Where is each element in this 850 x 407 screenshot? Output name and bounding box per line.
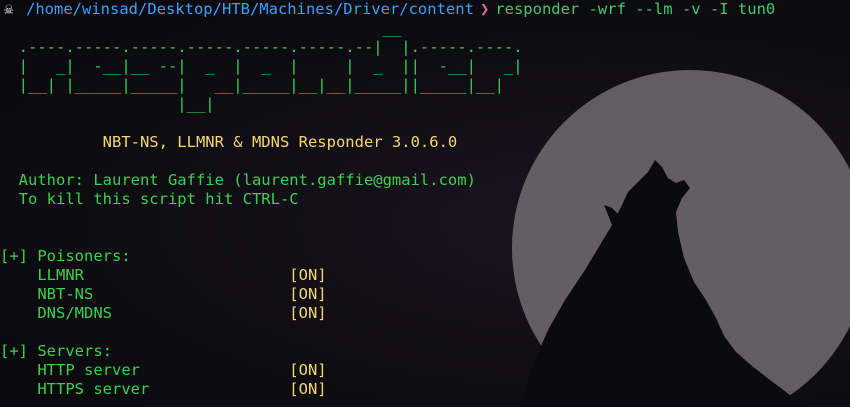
poisoner-name: NBT-NS [0,285,290,303]
list-item: DNS/MDNS [ON] [0,304,850,323]
poisoner-name: DNS/MDNS [0,304,290,322]
skull-icon: ☠ [4,0,14,18]
status-badge: [ON] [289,380,327,398]
status-badge: [ON] [289,361,327,379]
tagline: NBT-NS, LLMNR & MDNS Responder 3.0.6.0 [0,133,458,151]
list-item: LLMNR [ON] [0,266,850,285]
list-item: NBT-NS [ON] [0,285,850,304]
banner-line: __ [0,19,402,37]
poisoners-header: [+] Poisoners: [0,247,131,265]
servers-header: [+] Servers: [0,342,112,360]
poisoner-name: LLMNR [0,266,290,284]
command-text: responder -wrf --lm -v -I tun0 [495,0,776,18]
kill-hint-line: To kill this script hit CTRL-C [0,190,299,208]
author-line: Author: Laurent Gaffie (laurent.gaffie@g… [0,171,476,189]
server-name: HTTP server [0,361,290,379]
status-badge: [ON] [289,266,327,284]
list-item: HTTPS server [ON] [0,380,850,399]
prompt-chevron-icon: ❯ [479,0,490,18]
status-badge: [ON] [289,304,327,322]
banner-line: |__| [0,95,215,113]
banner-line: .----.-----.-----.-----.-----.-----.--| … [0,38,523,56]
server-name: HTTPS server [0,380,290,398]
terminal-window[interactable]: ☠ /home/winsad/Desktop/HTB/Machines/Drive… [0,0,850,407]
banner-line: | _| -__|__ --| _ | _ | | _ || -__| _| [0,57,523,75]
status-badge: [ON] [289,285,327,303]
prompt-line: ☠ /home/winsad/Desktop/HTB/Machines/Drive… [0,0,850,19]
banner-line: |__| |_____|_____| __|_____|__|__|_____|… [0,76,504,94]
prompt-path: /home/winsad/Desktop/HTB/Machines/Driver… [26,0,474,18]
list-item: HTTP server [ON] [0,361,850,380]
